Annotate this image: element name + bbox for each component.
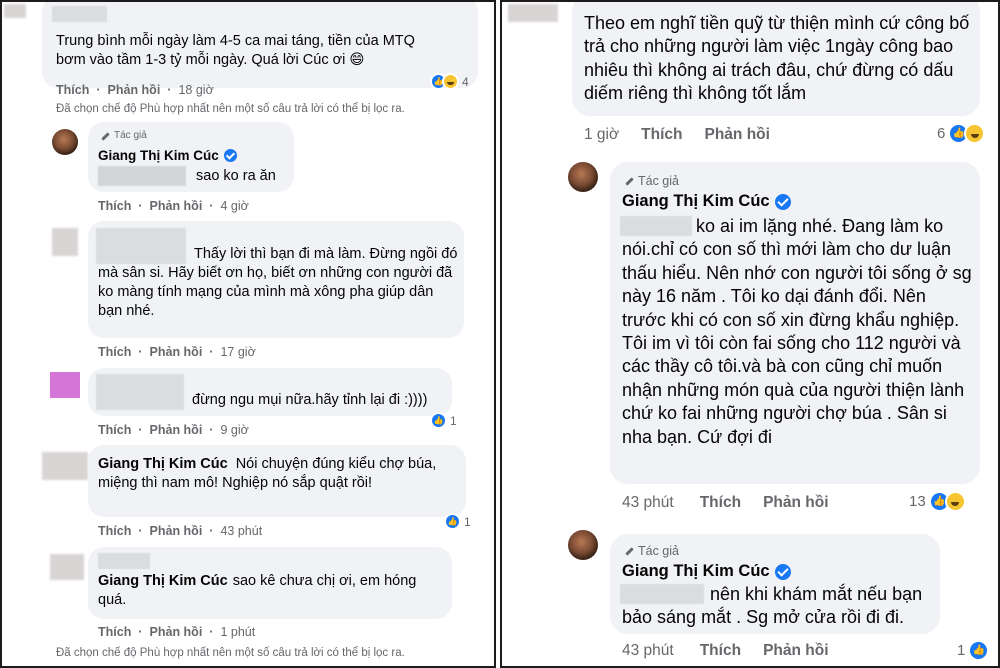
author-badge: Tác giả [624, 544, 679, 558]
blurred-mention [98, 166, 186, 186]
reaction-count: 1 [464, 514, 471, 529]
comment-text: Giang Thị Kim Cúc sao kê chưa chị ơi, em … [98, 573, 417, 608]
reaction-summary[interactable]: 1 [444, 513, 471, 530]
author-name[interactable]: Giang Thị Kim Cúc [622, 192, 791, 211]
reaction-summary[interactable]: 13 [906, 491, 966, 512]
like-link[interactable]: Thích [98, 199, 131, 213]
commenter-avatar [50, 554, 84, 580]
comment-text: nên khi khám mắt nếu bạn bảo sáng mắt . … [622, 584, 923, 628]
author-badge: Tác giả [624, 174, 679, 188]
author-name[interactable]: Giang Thị Kim Cúc [98, 148, 237, 163]
like-link[interactable]: Thích [98, 524, 131, 538]
filter-notice: Đã chọn chế độ Phù hợp nhất nên một số c… [56, 103, 405, 115]
comment-text: sao ko ra ăn [196, 168, 276, 184]
comment-actions: 43 phút Thích Phản hồi [622, 642, 829, 660]
comment-time: 43 phút [622, 642, 674, 659]
commenter-avatar [4, 4, 26, 18]
comment-time: 1 phút [220, 625, 256, 639]
author-avatar [568, 162, 598, 192]
comment-text: Trung bình mỗi ngày làm 4-5 ca mai táng,… [56, 33, 415, 68]
comment-time: 1 giờ [584, 126, 620, 143]
pen-icon [624, 546, 634, 556]
reaction-summary[interactable]: 4 [430, 73, 469, 90]
comment-text: Thấy lời thì bạn đi mà làm. Đừng ngồi đó… [98, 246, 458, 319]
reaction-summary[interactable]: 1 [954, 640, 990, 661]
reaction-count: 6 [937, 125, 946, 142]
comment-actions: Thích · Phản hồi · 1 phút [98, 625, 256, 639]
reaction-count: 1 [450, 413, 457, 428]
pen-icon [624, 176, 634, 186]
like-link[interactable]: Thích [98, 625, 131, 639]
reply-link[interactable]: Phản hồi [150, 625, 203, 639]
like-reaction-icon [968, 640, 990, 661]
comment-time: 4 giờ [220, 199, 249, 213]
like-link[interactable]: Thích [700, 642, 741, 660]
like-link[interactable]: Thích [700, 494, 741, 512]
comment-text: Theo em nghĩ tiền quỹ từ thiện mình cứ c… [584, 13, 970, 104]
pen-icon [100, 131, 110, 141]
comment-time: 43 phút [220, 524, 263, 538]
blurred-username [52, 6, 107, 22]
reaction-count: 4 [462, 74, 469, 89]
reaction-count: 1 [957, 642, 966, 659]
comment-actions: Thích · Phản hồi · 9 giờ [98, 423, 249, 437]
comment-actions: 43 phút Thích Phản hồi [622, 494, 829, 512]
verified-icon [774, 563, 791, 580]
comment-text: ko ai im lặng nhé. Đang làm ko nói.chỉ c… [622, 216, 972, 447]
reaction-count: 13 [909, 493, 926, 510]
like-reaction-icon [430, 412, 447, 429]
comment-actions: 1 giờ Thích Phản hồi [584, 126, 770, 144]
author-name[interactable]: Giang Thị Kim Cúc [98, 573, 228, 589]
commenter-avatar [42, 452, 88, 480]
reply-link[interactable]: Phản hồi [150, 199, 203, 213]
left-comments-screenshot: Trung bình mỗi ngày làm 4-5 ca mai táng,… [0, 0, 496, 668]
comment-actions: Thích · Phản hồi · 17 giờ [98, 345, 256, 359]
reply-link[interactable]: Phản hồi [108, 83, 161, 97]
right-comments-screenshot: Theo em nghĩ tiền quỹ từ thiện mình cứ c… [500, 0, 1000, 668]
commenter-avatar [52, 228, 78, 256]
like-link[interactable]: Thích [98, 345, 131, 359]
reply-link[interactable]: Phản hồi [763, 494, 828, 512]
comment-actions: Thích · Phản hồi · 4 giờ [98, 199, 249, 213]
haha-reaction-icon [944, 491, 966, 512]
like-reaction-icon [444, 513, 461, 530]
haha-reaction-icon [442, 73, 459, 90]
like-link[interactable]: Thích [56, 83, 89, 97]
comment-text: đừng ngu mụi nữa.hãy tỉnh lại đi :)))) [192, 392, 428, 408]
comment-time: 9 giờ [220, 423, 249, 437]
author-avatar [568, 530, 598, 560]
verified-icon [223, 149, 237, 162]
haha-reaction-icon [964, 123, 986, 144]
author-name[interactable]: Giang Thị Kim Cúc [98, 456, 228, 472]
filter-notice: Đã chọn chế độ Phù hợp nhất nên một số c… [56, 647, 405, 659]
verified-icon [774, 193, 791, 210]
author-avatar [52, 129, 78, 155]
comment-time: 17 giờ [220, 345, 256, 359]
reply-link[interactable]: Phản hồi [705, 126, 770, 144]
reply-link[interactable]: Phản hồi [150, 423, 203, 437]
comment-text: Giang Thị Kim Cúc Nói chuyện đúng kiểu ch… [98, 456, 437, 491]
author-name[interactable]: Giang Thị Kim Cúc [622, 562, 791, 581]
reply-link[interactable]: Phản hồi [150, 524, 203, 538]
comment-actions: Thích · Phản hồi · 18 giờ [56, 83, 214, 97]
comment-time: 43 phút [622, 494, 674, 511]
reply-link[interactable]: Phản hồi [763, 642, 828, 660]
blurred-username [98, 553, 150, 569]
reaction-summary[interactable]: 1 [430, 412, 457, 429]
comment-actions: Thích · Phản hồi · 43 phút [98, 524, 263, 538]
like-link[interactable]: Thích [98, 423, 131, 437]
commenter-avatar [50, 372, 80, 398]
reaction-summary[interactable]: 6 [934, 123, 986, 144]
blurred-username [96, 374, 184, 410]
commenter-avatar [508, 4, 558, 22]
author-badge: Tác giả [100, 130, 147, 141]
reply-link[interactable]: Phản hồi [150, 345, 203, 359]
comment-time: 18 giờ [178, 83, 214, 97]
like-link[interactable]: Thích [641, 126, 682, 144]
